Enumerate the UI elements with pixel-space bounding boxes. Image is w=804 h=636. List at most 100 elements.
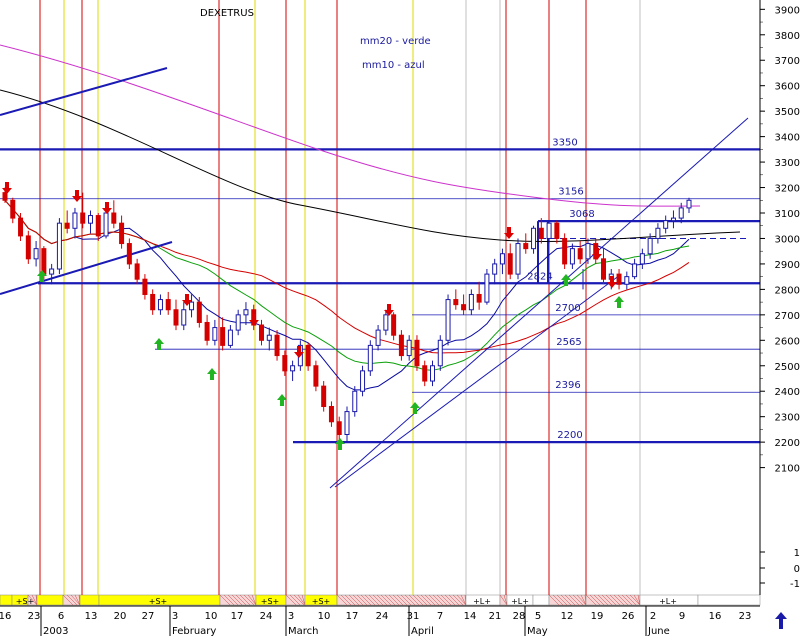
y-tick-label: 2700	[775, 311, 800, 322]
candle-body	[647, 237, 653, 255]
candle-body	[476, 293, 482, 303]
y-tick-label: 2500	[775, 362, 800, 373]
x-day-label: 17	[346, 611, 359, 622]
y-tick-label: 3700	[775, 56, 800, 67]
x-day-label: 5	[535, 611, 541, 622]
level-label: 2700	[555, 303, 580, 314]
candle-body	[196, 301, 202, 323]
candle-body	[562, 237, 568, 265]
candle-body	[639, 253, 645, 265]
candle-body	[157, 299, 163, 311]
stock-chart: +S+ +S+ +S+ +S+ +L+ +L+ +L+ 335031563068282427…	[0, 0, 804, 636]
x-day-label: 13	[85, 611, 98, 622]
y-tick-label: 3000	[775, 234, 800, 245]
candle-body	[616, 273, 622, 285]
y-tick-label: 2900	[775, 260, 800, 271]
y-tick-label: 1	[794, 548, 800, 559]
candle-body	[88, 215, 93, 224]
y-tick-label: 2400	[775, 387, 800, 398]
candle-body	[2, 192, 8, 201]
y-tick-label: 3600	[775, 82, 800, 93]
candle-body	[204, 321, 210, 341]
candle-body	[25, 235, 31, 260]
x-day-label: 9	[679, 611, 685, 622]
candle-body	[461, 304, 467, 311]
candle-body	[445, 299, 451, 341]
candle-body	[266, 334, 272, 341]
candle-body	[414, 339, 420, 367]
candle-body	[119, 222, 125, 245]
candle-body	[663, 220, 669, 229]
y-tick-label: 2100	[775, 464, 800, 475]
signal-bands: +S+ +S+ +S+ +S+ +L+ +L+ +L+	[0, 594, 761, 606]
candle-body	[10, 199, 16, 219]
candle-body	[585, 243, 591, 260]
candle-body	[227, 329, 233, 346]
candle-body	[95, 215, 101, 237]
x-month-label: June	[647, 626, 670, 636]
candle-body	[546, 222, 552, 239]
candle-body	[453, 299, 459, 306]
candle-body	[220, 327, 226, 346]
candle-body	[670, 217, 676, 222]
candle-body	[554, 222, 560, 239]
candle-body	[507, 253, 513, 275]
x-day-label: 3	[172, 611, 178, 622]
candle-body	[468, 293, 474, 311]
y-tick-label: 2300	[775, 413, 800, 424]
candle-body	[422, 365, 428, 382]
candle-body	[243, 309, 249, 316]
candle-body	[336, 421, 342, 436]
x-day-label: 20	[114, 611, 127, 622]
x-month-label: February	[172, 626, 216, 636]
candle-body	[430, 365, 435, 382]
candle-body	[632, 263, 638, 278]
x-day-label: 2	[650, 611, 656, 622]
candle-body	[126, 243, 132, 265]
candle-body	[134, 263, 140, 280]
candle-body	[41, 248, 47, 275]
candle-body	[150, 293, 156, 311]
level-label: 3156	[558, 187, 583, 198]
x-day-label: 14	[464, 611, 477, 622]
x-month-label: 2003	[43, 626, 68, 636]
band-segment	[697, 594, 761, 606]
x-day-label: 12	[561, 611, 574, 622]
candle-body	[515, 243, 521, 275]
candle-body	[484, 273, 490, 303]
candle-body	[577, 248, 583, 260]
y-tick-label: 3300	[775, 158, 800, 169]
y-tick-label: 0	[794, 564, 800, 575]
candle-body	[111, 212, 117, 224]
x-month-label: March	[288, 626, 318, 636]
x-day-label: 10	[318, 611, 331, 622]
candle-body	[142, 278, 148, 295]
x-day-label: 26	[622, 611, 635, 622]
x-day-label: 28	[513, 611, 526, 622]
x-day-label: 24	[260, 611, 273, 622]
level-label: 3350	[552, 137, 577, 148]
candle-body	[305, 344, 311, 367]
candle-body	[173, 309, 179, 326]
x-month-label: May	[527, 626, 548, 636]
band-segment	[36, 594, 64, 606]
candle-body	[360, 370, 366, 392]
y-tick-label: 3200	[775, 184, 800, 195]
level-label: 2396	[555, 380, 580, 391]
y-tick-label: 3800	[775, 31, 800, 42]
level-label: 2200	[557, 430, 582, 441]
candle-body	[165, 299, 171, 311]
candle-body	[538, 227, 544, 239]
candle-body	[367, 344, 373, 372]
candle-body	[56, 222, 62, 270]
candle-body	[33, 248, 39, 260]
candle-body	[352, 390, 358, 413]
candle-body	[49, 268, 55, 275]
legend-mm20: mm20 - verde	[360, 36, 431, 47]
y-tick-label: 3100	[775, 209, 800, 220]
candle-body	[624, 276, 630, 285]
chart-background	[0, 0, 804, 636]
x-day-label: 6	[58, 611, 64, 622]
band-label: +S+	[312, 597, 330, 606]
candle-body	[18, 217, 24, 237]
